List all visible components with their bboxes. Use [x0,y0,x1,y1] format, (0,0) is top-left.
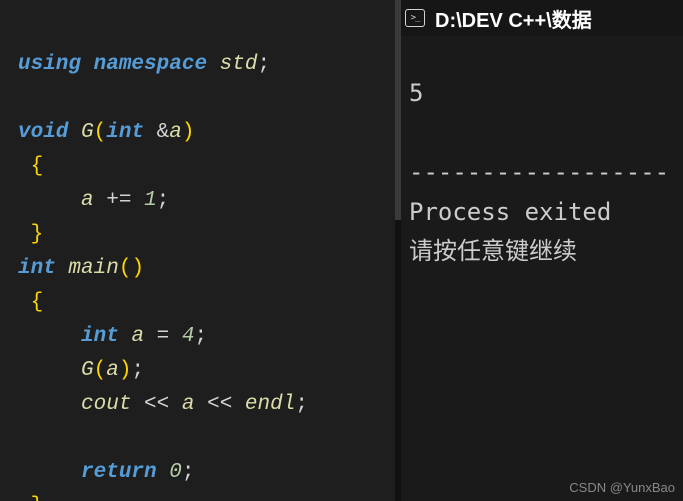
console-pane: D:\DEV C++\数据 5 ------------------ Proce… [395,0,683,501]
brace: } [31,223,44,246]
paren: ( [94,359,107,382]
kw-namespace: namespace [94,53,207,76]
kw-using: using [18,53,81,76]
output-value: 5 [409,79,423,107]
eq: = [157,325,170,348]
watermark: CSDN @YunxBao [569,480,675,495]
id-cout: cout [81,393,131,416]
num-4: 4 [182,325,195,348]
code-editor-pane[interactable]: using namespace std; void G(int &a) { a … [0,0,395,501]
semi: ; [295,393,308,416]
semi: ; [194,325,207,348]
kw-void: void [18,121,68,144]
semi: ; [182,461,195,484]
separator-line: ------------------ [409,158,669,186]
console-title-bar[interactable]: D:\DEV C++\数据 [395,0,683,36]
num-0: 0 [169,461,182,484]
var-a: a [169,121,182,144]
op-pe: += [106,189,131,212]
var-a: a [131,325,144,348]
kw-int: int [106,121,144,144]
paren: ( [94,121,107,144]
kw-int: int [81,325,119,348]
paren: ) [182,121,195,144]
num-1: 1 [144,189,157,212]
id-std: std [220,53,258,76]
var-a: a [106,359,119,382]
semi: ; [131,359,144,382]
semi: ; [257,53,270,76]
amp: & [157,121,170,144]
var-a: a [182,393,195,416]
fn-G: G [81,121,94,144]
fn-main: main [68,257,118,280]
paren: () [119,257,144,280]
terminal-icon [405,9,425,27]
id-endl: endl [245,393,295,416]
brace: { [31,155,44,178]
op-lt: << [144,393,169,416]
brace: } [31,495,44,501]
scrollbar-thumb[interactable] [395,0,401,220]
op-lt: << [207,393,232,416]
brace: { [31,291,44,314]
call-G: G [81,359,94,382]
exited-msg: Process exited [409,198,611,226]
code-content: using namespace std; void G(int &a) { a … [18,14,395,501]
kw-int: int [18,257,56,280]
paren: ) [119,359,132,382]
kw-return: return [81,461,157,484]
continue-msg: 请按任意键继续 [409,237,577,265]
semi: ; [157,189,170,212]
var-a: a [81,189,94,212]
console-output[interactable]: 5 ------------------ Process exited 请按任意… [395,36,683,286]
editor-scrollbar[interactable] [395,0,401,501]
console-title-path: D:\DEV C++\数据 [435,4,592,33]
